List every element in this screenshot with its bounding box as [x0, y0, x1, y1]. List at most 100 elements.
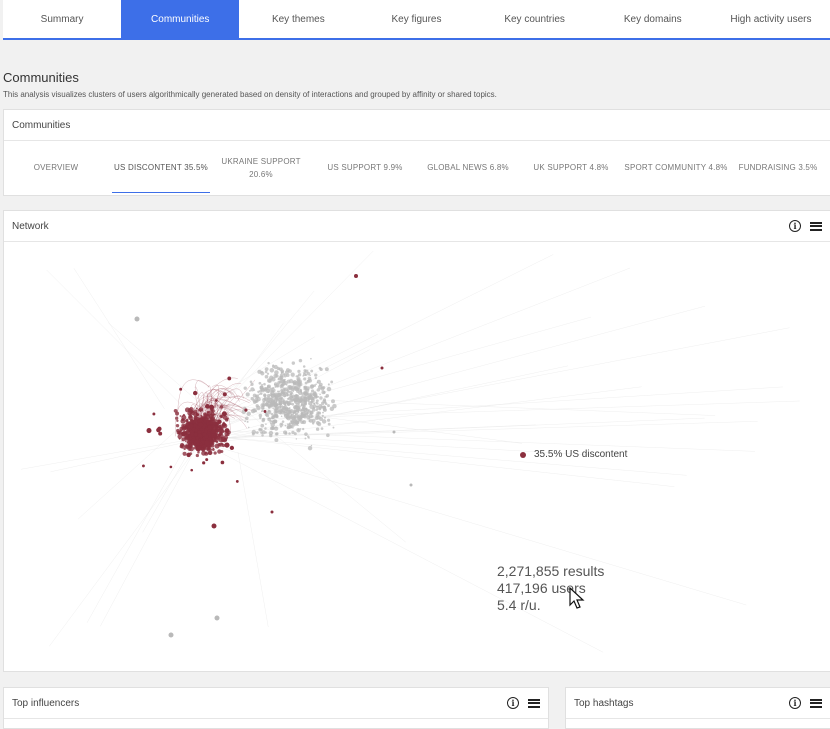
top-hashtags-panel: Top hashtags i — [565, 687, 830, 729]
graph-node — [324, 367, 329, 372]
graph-node — [204, 429, 208, 434]
graph-node — [191, 438, 195, 441]
tab-high-activity-users[interactable]: High activity users — [712, 0, 830, 38]
graph-node — [279, 384, 284, 389]
graph-node — [188, 440, 192, 445]
graph-node — [190, 468, 194, 472]
graph-node — [265, 388, 267, 391]
graph-node — [214, 399, 218, 402]
community-tab-fundraising[interactable]: FUNDRAISING 3.5% — [736, 141, 820, 194]
graph-node — [186, 442, 189, 444]
graph-node — [152, 412, 156, 416]
community-tab-us-support[interactable]: US SUPPORT 9.9% — [320, 141, 410, 194]
background-edge — [77, 423, 185, 520]
community-tab-global-news[interactable]: GLOBAL NEWS 6.8% — [422, 141, 514, 194]
graph-node — [265, 413, 270, 418]
menu-icon[interactable] — [810, 221, 822, 231]
graph-node — [311, 407, 316, 412]
graph-node — [270, 398, 273, 402]
graph-node — [182, 451, 187, 456]
graph-node — [323, 416, 327, 419]
tab-key-domains[interactable]: Key domains — [594, 0, 712, 38]
community-tab-ukraine-support[interactable]: UKRAINE SUPPORT 20.6% — [216, 141, 306, 194]
graph-node — [195, 436, 200, 440]
community-tab-overview[interactable]: OVERVIEW — [22, 141, 90, 194]
graph-node — [264, 370, 268, 374]
graph-node — [197, 418, 203, 423]
graph-node — [262, 404, 265, 408]
graph-node — [270, 412, 274, 416]
graph-node — [185, 430, 190, 434]
graph-node — [277, 381, 281, 385]
menu-icon[interactable] — [810, 698, 822, 708]
graph-node — [302, 409, 306, 413]
graph-node — [291, 430, 295, 435]
graph-node — [202, 461, 206, 465]
graph-node — [211, 448, 215, 452]
tab-key-countries[interactable]: Key countries — [476, 0, 594, 38]
graph-node — [249, 380, 253, 384]
graph-node — [181, 431, 187, 437]
network-panel-title: Network — [12, 220, 49, 232]
graph-node — [185, 444, 191, 450]
graph-node — [315, 420, 320, 426]
graph-node — [283, 395, 286, 398]
community-tab-us-discontent[interactable]: US DISCONTENT 35.5% — [108, 141, 214, 194]
graph-node — [315, 383, 317, 385]
graph-node — [380, 366, 384, 370]
graph-node — [321, 390, 326, 395]
graph-node — [303, 371, 306, 375]
community-tab-bar: OVERVIEW US DISCONTENT 35.5% UKRAINE SUP… — [4, 141, 830, 194]
graph-node — [315, 399, 319, 403]
community-tab-sport-community[interactable]: SPORT COMMUNITY 4.8% — [622, 141, 730, 194]
graph-node — [178, 437, 181, 440]
menu-icon[interactable] — [528, 698, 540, 708]
legend-dot — [520, 451, 526, 458]
community-tab-uk-support[interactable]: UK SUPPORT 4.8% — [528, 141, 614, 194]
communities-panel-header: Communities — [4, 110, 830, 141]
graph-node — [272, 364, 275, 367]
graph-node — [207, 411, 210, 414]
graph-node — [304, 373, 308, 377]
graph-node — [307, 409, 310, 412]
graph-node — [168, 632, 174, 638]
tab-key-themes[interactable]: Key themes — [239, 0, 357, 38]
graph-node — [326, 418, 331, 422]
graph-node — [281, 405, 284, 407]
info-icon[interactable]: i — [789, 220, 801, 232]
graph-node — [210, 409, 214, 413]
graph-node — [281, 420, 285, 423]
graph-node — [226, 418, 229, 421]
graph-node — [273, 422, 276, 425]
tab-communities[interactable]: Communities — [121, 0, 240, 38]
graph-node — [286, 384, 288, 386]
graph-node — [244, 420, 247, 423]
tab-summary[interactable]: Summary — [3, 0, 121, 38]
graph-node — [250, 382, 254, 386]
graph-node — [272, 407, 274, 410]
graph-node — [197, 433, 202, 438]
info-icon[interactable]: i — [507, 697, 519, 709]
network-graph[interactable] — [4, 242, 830, 670]
graph-node — [327, 404, 330, 408]
graph-node — [392, 430, 396, 434]
graph-node — [205, 458, 209, 462]
graph-node — [320, 427, 324, 430]
graph-node — [181, 437, 186, 442]
graph-node — [327, 422, 331, 426]
graph-node — [289, 403, 292, 406]
graph-node — [158, 431, 163, 436]
tab-key-figures[interactable]: Key figures — [357, 0, 475, 38]
graph-node — [288, 423, 291, 426]
graph-node — [292, 409, 297, 414]
graph-node — [213, 438, 217, 441]
graph-node — [297, 424, 299, 427]
top-influencers-header: Top influencers i — [4, 688, 548, 719]
graph-node — [259, 392, 263, 395]
graph-node — [306, 371, 311, 376]
background-edge — [46, 269, 198, 421]
graph-node — [265, 400, 269, 404]
info-icon[interactable]: i — [789, 697, 801, 709]
graph-node — [303, 399, 308, 404]
graph-node — [268, 430, 274, 436]
